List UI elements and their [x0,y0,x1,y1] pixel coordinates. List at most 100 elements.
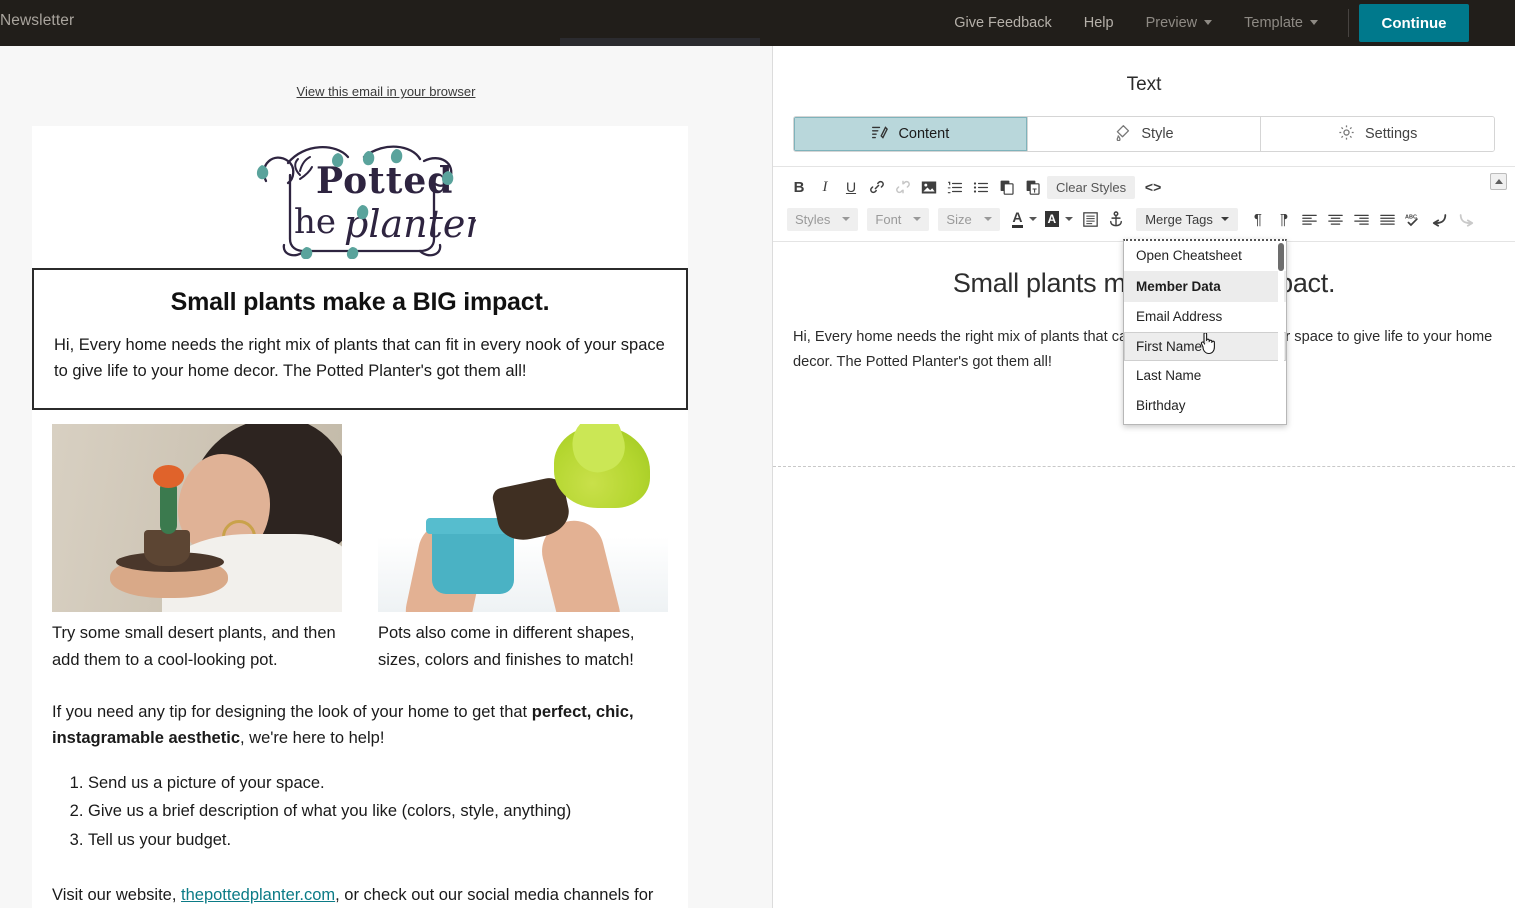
tab-content[interactable]: Content [794,117,1028,151]
clear-styles-button[interactable]: Clear Styles [1047,175,1136,199]
nav-label: Give Feedback [954,15,1052,31]
nav-help[interactable]: Help [1068,0,1130,46]
dropdown-group-member-data: Member Data [1124,270,1286,303]
tip-text-start: If you need any tip for designing the lo… [52,702,532,721]
collapse-toolbar-button[interactable] [1490,173,1507,190]
tab-label: Style [1141,126,1174,142]
edit-pencil-icon [871,124,889,145]
editor-panel-title: Text [1126,74,1162,95]
bold-button[interactable]: B [787,175,811,199]
dropdown-item-first-name[interactable]: First Name [1124,331,1286,362]
paste-button[interactable] [995,175,1019,199]
ordered-list-button[interactable] [943,175,967,199]
email-body: Potted he planter Small plants make a BI… [32,126,688,908]
dropdown-item-open-cheatsheet[interactable]: Open Cheatsheet [1124,241,1286,271]
hero-title: Small plants make a BIG impact. [170,288,550,316]
svg-text:he: he [294,202,336,242]
tab-settings[interactable]: Settings [1261,117,1494,151]
dropdown-item-email-address[interactable]: Email Address [1124,302,1286,332]
toolbar-row-2: Styles Font Size A A Merge Tags ¶ ¶ ABC [787,205,1501,233]
dropdown-scrollbar-thumb[interactable] [1278,243,1284,271]
font-select-label: Font [875,211,902,227]
align-center-button[interactable] [1324,207,1348,231]
spellcheck-button[interactable]: ABC [1402,207,1426,231]
nav-label: Preview [1145,15,1198,31]
underline-button[interactable]: U [839,175,863,199]
chevron-up-icon [1494,179,1503,184]
styles-select[interactable]: Styles [787,207,859,231]
caption-row: Try some small desert plants, and then a… [32,612,688,673]
visit-text-start: Visit our website, [52,885,182,904]
image-row [32,410,688,613]
background-color-button[interactable]: A [1042,207,1077,231]
source-code-button[interactable]: <> [1141,175,1165,199]
tip-paragraph: If you need any tip for designing the lo… [32,673,688,752]
block-quote-button[interactable] [1078,207,1102,231]
photo-hands-repotting [378,424,668,613]
nav-label: Template [1244,15,1303,31]
paragraph-rtl-button[interactable]: ¶ [1272,207,1296,231]
merge-tags-dropdown[interactable]: Open Cheatsheet Member Data Email Addres… [1123,239,1287,425]
header-divider [1348,9,1349,37]
align-right-button[interactable] [1350,207,1374,231]
paint-style-icon [1114,124,1131,145]
merge-tags-label: Merge Tags [1145,211,1213,227]
text-editor-panel: Text Content Style Settings B I U Clear … [772,46,1515,908]
rich-text-toolbar: B I U Clear Styles <> Styles Font Size A… [773,166,1515,242]
font-select[interactable]: Font [867,207,930,231]
dropdown-item-address[interactable]: Address [1124,420,1286,424]
styles-select-label: Styles [795,211,831,227]
nav-give-feedback[interactable]: Give Feedback [938,0,1068,46]
caption-left: Try some small desert plants, and then a… [52,624,336,669]
dropdown-item-birthday[interactable]: Birthday [1124,391,1286,421]
nav-preview[interactable]: Preview [1130,0,1229,46]
paragraph-ltr-button[interactable]: ¶ [1246,207,1270,231]
hero-block: Small plants make a BIG impact. Hi, Ever… [32,268,688,411]
gear-icon [1338,124,1355,145]
view-in-browser-link[interactable]: View this email in your browser [0,84,772,99]
size-select[interactable]: Size [938,207,1001,231]
italic-button[interactable]: I [813,175,837,199]
chevron-down-icon [984,217,993,221]
align-left-button[interactable] [1298,207,1322,231]
app-header: Newsletter Give Feedback Help Preview Te… [0,0,1515,47]
tab-style[interactable]: Style [1027,117,1262,151]
header-nav: Give Feedback Help Preview Template Cont… [938,0,1515,46]
tip-text-end: , we're here to help! [240,729,385,748]
list-item: Tell us your budget. [88,827,668,854]
unlink-button [891,175,915,199]
email-preview-pane: View this email in your browser Potted h… [0,46,772,908]
dropdown-item-last-name[interactable]: Last Name [1124,361,1286,391]
nav-template[interactable]: Template [1228,0,1334,46]
merge-tags-button[interactable]: Merge Tags [1136,207,1238,231]
text-color-button[interactable]: A [1009,207,1039,231]
nav-label: Help [1083,15,1114,31]
paste-plain-text-button[interactable] [1021,175,1045,199]
website-link[interactable]: thepottedplanter.com [181,886,335,904]
redo-button [1454,207,1478,231]
chevron-down-icon [842,217,851,221]
unordered-list-button[interactable] [969,175,993,199]
editor-tabs: Content Style Settings [793,116,1495,152]
hero-text: Hi, Every home needs the right mix of pl… [54,336,665,380]
chevron-down-icon [1220,217,1229,221]
insert-image-button[interactable] [917,175,941,199]
tab-label: Content [898,126,950,142]
list-item: Give us a brief description of what you … [88,798,668,825]
page-title: Newsletter [0,12,75,29]
continue-button[interactable]: Continue [1359,4,1469,42]
align-justify-button[interactable] [1376,207,1400,231]
insert-link-button[interactable] [865,175,889,199]
chevron-down-icon [913,217,922,221]
steps-list: Send us a picture of your space. Give us… [32,752,688,854]
anchor-button[interactable] [1104,207,1128,231]
toolbar-row-1: B I U Clear Styles <> [787,173,1501,201]
caption-right: Pots also come in different shapes, size… [378,624,635,669]
undo-button[interactable] [1428,207,1452,231]
dropdown-scrollbar[interactable] [1278,243,1284,423]
photo-person-cactus [52,424,342,613]
size-select-label: Size [946,211,972,227]
tab-label: Settings [1364,126,1418,142]
chevron-down-icon [1310,20,1318,25]
chevron-down-icon [1204,20,1213,25]
